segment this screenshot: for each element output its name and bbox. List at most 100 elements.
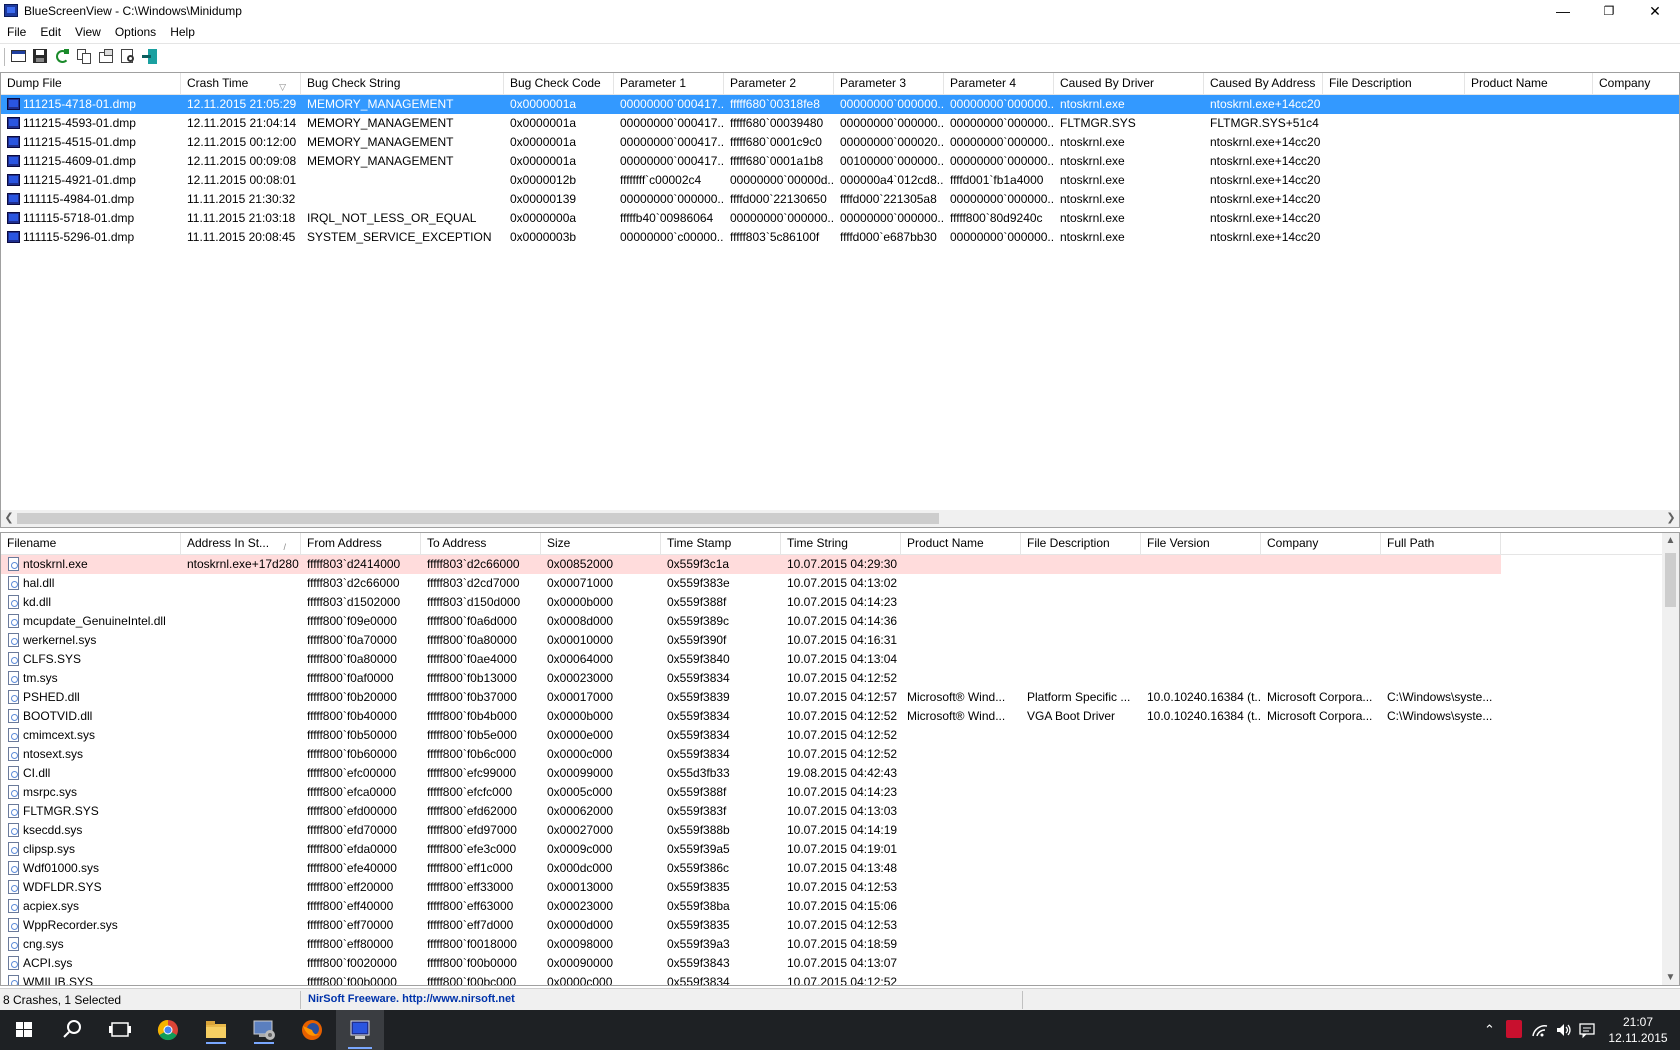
module-row[interactable]: WppRecorder.sys fffff800`eff70000 fffff800…	[1, 916, 1679, 935]
scroll-right-icon[interactable]: ❯	[1663, 511, 1679, 524]
html-report-icon[interactable]	[98, 48, 115, 65]
column-header-from-address[interactable]: From Address	[301, 533, 421, 555]
column-header-filename[interactable]: Filename	[1, 533, 181, 555]
module-row[interactable]: msrpc.sys fffff800`efca0000 fffff800`efcfc…	[1, 783, 1679, 802]
column-header-time-stamp[interactable]: Time Stamp	[661, 533, 781, 555]
module-row[interactable]: WDFLDR.SYS fffff800`eff20000 fffff800`eff3…	[1, 878, 1679, 897]
column-header-product-name[interactable]: Product Name	[901, 533, 1021, 555]
column-header-file-description[interactable]: File Description	[1021, 533, 1141, 555]
module-row[interactable]: cng.sys fffff800`eff80000 fffff800`f001800…	[1, 935, 1679, 954]
column-header-file-version[interactable]: File Version	[1141, 533, 1261, 555]
action-center-icon[interactable]	[1578, 1022, 1596, 1041]
column-header-bug-check-code[interactable]: Bug Check Code	[504, 73, 614, 95]
refresh-icon[interactable]	[54, 48, 71, 65]
module-row[interactable]: BOOTVID.dll fffff800`f0b40000 fffff800`f0b…	[1, 707, 1679, 726]
column-header-crash-time[interactable]: Crash Time ▽	[181, 73, 301, 95]
column-header-caused-by-address[interactable]: Caused By Address	[1204, 73, 1323, 95]
crash-row[interactable]: 111215-4921-01.dmp 12.11.2015 00:08:01 0x0…	[1, 171, 1679, 190]
minimize-button[interactable]: —	[1540, 0, 1586, 22]
column-header-address-in-stack[interactable]: Address In St... /	[181, 533, 301, 555]
menu-help[interactable]: Help	[163, 22, 202, 39]
module-row[interactable]: hal.dll fffff803`d2c66000 fffff803`d2cd700…	[1, 574, 1679, 593]
taskbar-clock[interactable]: 21:07 12.11.2015	[1602, 1014, 1674, 1046]
close-button[interactable]: ✕	[1632, 0, 1678, 22]
module-row[interactable]: Wdf01000.sys fffff800`efe40000 fffff800`ef…	[1, 859, 1679, 878]
crash-row[interactable]: 111215-4718-01.dmp 12.11.2015 21:05:29 MEM…	[1, 95, 1679, 114]
crash-row[interactable]: 111215-4593-01.dmp 12.11.2015 21:04:14 MEM…	[1, 114, 1679, 133]
module-row[interactable]: ACPI.sys fffff800`f0020000 fffff800`f00b00…	[1, 954, 1679, 973]
crash-row[interactable]: 111215-4609-01.dmp 12.11.2015 00:09:08 MEM…	[1, 152, 1679, 171]
column-header-file-description[interactable]: File Description	[1323, 73, 1465, 95]
module-list-vscrollbar[interactable]: ▲ ▼	[1662, 533, 1679, 985]
scroll-down-icon[interactable]: ▼	[1662, 972, 1679, 983]
column-header-to-address[interactable]: To Address	[421, 533, 541, 555]
start-icon[interactable]	[0, 1010, 48, 1050]
chrome-icon[interactable]	[144, 1010, 192, 1050]
column-header-parameter-3[interactable]: Parameter 3	[834, 73, 944, 95]
column-header-company[interactable]: Company	[1593, 73, 1679, 95]
module-list-vscroll-thumb[interactable]	[1665, 553, 1676, 607]
menu-file[interactable]: File	[0, 22, 33, 39]
module-row[interactable]: tm.sys fffff800`f0af0000 fffff800`f0b13000…	[1, 669, 1679, 688]
scroll-left-icon[interactable]: ❮	[1, 511, 17, 524]
module-row[interactable]: acpiex.sys fffff800`eff40000 fffff800`eff6…	[1, 897, 1679, 916]
column-header-time-string[interactable]: Time String	[781, 533, 901, 555]
module-row[interactable]: clipsp.sys fffff800`efda0000 fffff800`efe3…	[1, 840, 1679, 859]
search-icon[interactable]	[48, 1010, 96, 1050]
column-header-dump-file[interactable]: Dump File	[1, 73, 181, 95]
crash-row[interactable]: 111115-4984-01.dmp 11.11.2015 21:30:32 0x0…	[1, 190, 1679, 209]
crash-list[interactable]: Dump File Crash Time ▽ Bug Check String Bug …	[0, 72, 1680, 528]
module-row[interactable]: ntoskrnl.exe ntoskrnl.exe+17d280 fffff803`…	[1, 555, 1679, 574]
task-view-icon[interactable]	[96, 1010, 144, 1050]
module-row[interactable]: CLFS.SYS fffff800`f0a80000 fffff800`f0ae40…	[1, 650, 1679, 669]
title-bar[interactable]: BlueScreenView - C:\Windows\Minidump — ❐…	[0, 0, 1680, 22]
copy-icon[interactable]	[76, 48, 93, 65]
bluescreenview-icon[interactable]	[336, 1010, 384, 1050]
save-icon[interactable]	[32, 48, 49, 65]
module-row[interactable]: mcupdate_GenuineIntel.dll fffff800`f09e00…	[1, 612, 1679, 631]
file-explorer-icon[interactable]	[192, 1010, 240, 1050]
module-row[interactable]: CI.dll fffff800`efc00000 fffff800`efc99000…	[1, 764, 1679, 783]
crash-row[interactable]: 111115-5718-01.dmp 11.11.2015 21:03:18 IRQ…	[1, 209, 1679, 228]
module-row[interactable]: PSHED.dll fffff800`f0b20000 fffff800`f0b37…	[1, 688, 1679, 707]
computer-management-icon[interactable]	[240, 1010, 288, 1050]
menu-options[interactable]: Options	[108, 22, 163, 39]
column-header-size[interactable]: Size	[541, 533, 661, 555]
module-row[interactable]: ntosext.sys fffff800`f0b60000 fffff800`f0b…	[1, 745, 1679, 764]
crash-list-hscroll-thumb[interactable]	[17, 513, 939, 524]
module-row[interactable]: FLTMGR.SYS fffff800`efd00000 fffff800`efd6…	[1, 802, 1679, 821]
antivirus-icon[interactable]	[1506, 1020, 1522, 1038]
column-header-full-path[interactable]: Full Path	[1381, 533, 1501, 555]
column-header-caused-by-driver[interactable]: Caused By Driver	[1054, 73, 1204, 95]
module-row[interactable]: werkernel.sys fffff800`f0a70000 fffff800`f…	[1, 631, 1679, 650]
module-row[interactable]: kd.dll fffff803`d1502000 fffff803`d150d000…	[1, 593, 1679, 612]
network-icon[interactable]	[1531, 1022, 1549, 1041]
nirsoft-link[interactable]: NirSoft Freeware. http://www.nirsoft.net	[308, 993, 515, 1005]
column-header-bug-check-string[interactable]: Bug Check String	[301, 73, 504, 95]
column-header-company[interactable]: Company	[1261, 533, 1381, 555]
show-hidden-icons-icon[interactable]: ⌃	[1484, 1022, 1495, 1038]
cell-parameter-1: 00000000`000000...	[620, 192, 724, 206]
cell-size: 0x0000c000	[547, 747, 613, 761]
column-header-parameter-2[interactable]: Parameter 2	[724, 73, 834, 95]
module-row[interactable]: ksecdd.sys fffff800`efd70000 fffff800`efd9…	[1, 821, 1679, 840]
menu-view[interactable]: View	[68, 22, 108, 39]
find-icon[interactable]	[120, 48, 137, 65]
menu-edit[interactable]: Edit	[33, 22, 68, 39]
crash-row[interactable]: 111215-4515-01.dmp 12.11.2015 00:12:00 MEM…	[1, 133, 1679, 152]
crash-list-hscrollbar[interactable]: ❮ ❯	[1, 510, 1679, 527]
properties-icon[interactable]	[10, 48, 27, 65]
exit-icon[interactable]	[142, 48, 159, 65]
cell-time-stamp: 0x559f39a3	[667, 937, 730, 951]
crash-row[interactable]: 111115-5296-01.dmp 11.11.2015 20:08:45 SYS…	[1, 228, 1679, 247]
module-row[interactable]: cmimcext.sys fffff800`f0b50000 fffff800`f0…	[1, 726, 1679, 745]
volume-icon[interactable]	[1555, 1022, 1573, 1041]
column-header-parameter-4[interactable]: Parameter 4	[944, 73, 1054, 95]
column-header-parameter-1[interactable]: Parameter 1	[614, 73, 724, 95]
restore-button[interactable]: ❐	[1586, 0, 1632, 22]
scroll-up-icon[interactable]: ▲	[1662, 535, 1679, 546]
module-list[interactable]: Filename Address In St... / From Address To …	[0, 532, 1680, 986]
firefox-icon[interactable]	[288, 1010, 336, 1050]
column-header-product-name[interactable]: Product Name	[1465, 73, 1593, 95]
module-row[interactable]: WMILIB.SYS fffff800`f00b0000 fffff800`f00b…	[1, 973, 1679, 985]
